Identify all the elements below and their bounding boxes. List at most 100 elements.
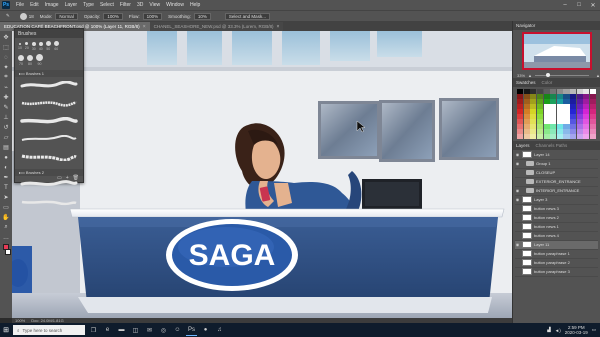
more-tools-icon[interactable]: … [2,234,10,241]
healing-tool-icon[interactable]: ✚ [2,94,10,101]
color-swatch[interactable] [543,109,550,114]
color-swatch[interactable] [543,94,550,99]
layer-row[interactable]: button news 1 [515,223,598,232]
color-swatch[interactable] [536,109,543,114]
zoom-slider-knob[interactable] [545,72,550,77]
select-and-mask-button[interactable]: Select and Mask... [224,12,270,20]
color-swatch[interactable] [563,129,570,134]
background-color-swatch[interactable] [5,249,11,255]
color-swatch[interactable] [543,114,550,119]
color-swatch[interactable] [583,109,590,114]
layer-row[interactable]: ◉ Layer 14 [515,151,598,160]
store-icon[interactable]: ◫ [130,325,141,336]
color-swatch[interactable] [589,99,596,104]
color-swatch[interactable] [536,89,543,94]
lasso-tool-icon[interactable]: ◌ [2,54,10,61]
mail-icon[interactable]: ✉ [144,325,155,336]
color-swatch[interactable] [570,94,577,99]
layer-row[interactable]: button news 4 [515,232,598,241]
menu-filter[interactable]: Filter [117,2,134,8]
new-folder-icon[interactable]: ▭ [57,175,62,181]
blur-tool-icon[interactable]: ● [2,154,10,161]
minimize-button[interactable]: – [558,0,572,10]
type-tool-icon[interactable]: T [2,184,10,191]
color-swatch[interactable] [536,99,543,104]
brush-size-preset[interactable]: 80 [27,54,33,66]
layer-group-row[interactable]: CLOSEUP [515,169,598,178]
color-swatch[interactable] [556,114,563,119]
network-icon[interactable]: ▟ [547,327,550,333]
quick-select-tool-icon[interactable]: ✦ [2,64,10,71]
menu-edit[interactable]: Edit [27,2,42,8]
history-brush-icon[interactable]: ↺ [2,124,10,131]
color-swatch[interactable] [517,114,524,119]
brush-stroke-preview[interactable] [20,80,78,89]
color-swatch[interactable] [583,129,590,134]
color-swatch[interactable] [583,134,590,139]
file-explorer-icon[interactable]: ▬ [116,325,127,336]
layer-row-selected[interactable]: ◉ Layer 11 [515,240,598,250]
color-swatch[interactable] [583,104,590,109]
close-icon[interactable]: × [143,24,146,30]
color-swatch[interactable] [517,94,524,99]
color-swatch[interactable] [576,134,583,139]
maximize-button[interactable]: □ [572,0,586,10]
color-swatch[interactable] [517,134,524,139]
brushes-panel-title[interactable]: Brushes [15,29,83,38]
color-swatch[interactable] [589,124,596,129]
brush-stroke-preview[interactable] [20,198,78,206]
brush-tool-icon[interactable]: ✎ [2,104,10,111]
color-swatch[interactable] [543,129,550,134]
brush-size-preset[interactable]: 60 [53,41,59,51]
brush-size-preset[interactable]: 40 [38,41,43,51]
color-swatch[interactable] [589,114,596,119]
color-swatch[interactable] [550,99,557,104]
color-swatch[interactable] [589,109,596,114]
discord-icon[interactable]: ☺ [172,325,183,336]
tab-layers[interactable]: Layers [516,143,530,148]
color-swatch[interactable] [536,129,543,134]
close-icon[interactable]: × [276,24,279,30]
color-swatch[interactable] [583,94,590,99]
menu-file[interactable]: File [13,2,27,8]
color-swatch[interactable] [570,104,577,109]
color-swatch[interactable] [536,104,543,109]
color-swatch[interactable] [576,89,583,94]
color-swatch[interactable] [543,89,550,94]
color-swatch[interactable] [563,134,570,139]
color-swatch[interactable] [556,124,563,129]
volume-icon[interactable]: ◄) [555,328,561,333]
color-swatch[interactable] [550,124,557,129]
color-swatch[interactable] [517,119,524,124]
color-swatch[interactable] [570,124,577,129]
brush-stroke-preview[interactable] [20,116,78,125]
color-swatch[interactable] [583,124,590,129]
visibility-eye-icon[interactable]: ◉ [515,197,520,202]
path-select-icon[interactable]: ➤ [2,194,10,201]
color-swatch[interactable] [523,99,530,104]
navigator-thumbnail[interactable] [521,32,592,70]
color-swatch[interactable] [517,104,524,109]
color-swatch[interactable] [530,114,537,119]
move-tool-icon[interactable]: ✥ [2,34,10,41]
color-swatch[interactable] [517,99,524,104]
color-swatch[interactable] [570,89,577,94]
color-swatch[interactable] [517,129,524,134]
color-swatch[interactable] [536,119,543,124]
color-swatch[interactable] [556,89,563,94]
color-swatch[interactable] [523,129,530,134]
color-swatch[interactable] [523,94,530,99]
color-swatch[interactable] [530,94,537,99]
color-swatch[interactable] [563,99,570,104]
color-swatch[interactable] [543,119,550,124]
color-swatch[interactable] [563,109,570,114]
layer-row[interactable]: button paraphrase 2 [515,259,598,268]
trash-icon[interactable]: 🗑 [73,175,79,181]
color-swatch[interactable] [523,114,530,119]
brush-preset-picker[interactable] [19,12,27,20]
brush-size-preset[interactable]: 50 [45,41,51,51]
layer-row[interactable]: button paraphrase 1 [515,250,598,259]
brush-stroke-preview[interactable] [20,99,78,107]
color-swatch[interactable] [550,129,557,134]
color-swatch[interactable] [576,114,583,119]
